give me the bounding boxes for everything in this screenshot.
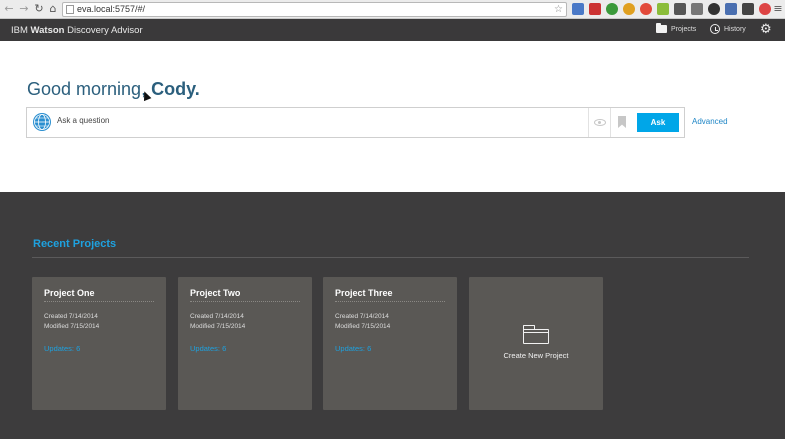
question-box <box>26 107 685 138</box>
project-card[interactable]: Project Three Created 7/14/2014 Modified… <box>323 277 457 410</box>
extension-icon[interactable] <box>674 3 686 15</box>
page-icon <box>66 5 74 14</box>
extension-icon[interactable] <box>759 3 771 15</box>
project-title: Project One <box>44 288 95 298</box>
extension-icon[interactable] <box>708 3 720 15</box>
extension-icon[interactable] <box>691 3 703 15</box>
forward-icon[interactable]: → <box>17 2 31 16</box>
project-updates-link[interactable]: Updates: 6 <box>335 344 371 353</box>
url-text: eva.local:5757/#/ <box>77 4 146 14</box>
extension-icon[interactable] <box>623 3 635 15</box>
history-link[interactable]: History <box>710 24 746 34</box>
project-card[interactable]: Project Two Created 7/14/2014 Modified 7… <box>178 277 312 410</box>
extension-icon[interactable] <box>725 3 737 15</box>
card-divider <box>190 301 300 302</box>
folder-icon <box>522 325 549 344</box>
user-name: Cody. <box>151 79 200 99</box>
extension-icon[interactable] <box>606 3 618 15</box>
ask-button[interactable]: Ask <box>637 113 679 132</box>
gear-icon[interactable]: ⚙ <box>760 22 772 38</box>
project-updates-link[interactable]: Updates: 6 <box>190 344 226 353</box>
project-created: Created 7/14/2014 <box>335 313 389 320</box>
eye-icon <box>594 119 606 126</box>
extension-icon[interactable] <box>742 3 754 15</box>
back-icon[interactable]: ← <box>2 2 16 16</box>
brand-suffix: Discovery Advisor <box>64 25 143 36</box>
reload-icon[interactable]: ↻ <box>32 2 46 16</box>
greeting-prefix: Good morning, <box>27 79 152 99</box>
globe-icon <box>33 113 51 131</box>
bookmark-icon <box>618 116 626 128</box>
project-modified: Modified 7/15/2014 <box>335 323 391 330</box>
projects-label: Projects <box>671 25 697 33</box>
card-divider <box>335 301 445 302</box>
create-project-label: Create New Project <box>503 351 569 360</box>
project-title: Project Two <box>190 288 241 298</box>
project-card[interactable]: Project One Created 7/14/2014 Modified 7… <box>32 277 166 410</box>
clock-icon <box>710 24 720 34</box>
advanced-link[interactable]: Advanced <box>692 117 728 126</box>
projects-link[interactable]: Projects <box>656 23 697 33</box>
extension-icon[interactable] <box>657 3 669 15</box>
home-icon[interactable]: ⌂ <box>46 2 60 16</box>
project-created: Created 7/14/2014 <box>44 313 98 320</box>
extension-icon[interactable] <box>572 3 584 15</box>
menu-icon[interactable]: ≡ <box>771 2 785 16</box>
browser-toolbar: ← → ↻ ⌂ eva.local:5757/#/ ☆ ≡ <box>0 0 785 19</box>
address-bar[interactable]: eva.local:5757/#/ ☆ <box>62 2 567 17</box>
extension-icon[interactable] <box>640 3 652 15</box>
folder-icon <box>656 23 667 33</box>
bookmark-star-icon[interactable]: ☆ <box>554 3 563 16</box>
project-modified: Modified 7/15/2014 <box>190 323 246 330</box>
hero-section: Good morning, Cody. Ask Advanced <box>0 41 785 192</box>
app-header: IBM Watson Discovery Advisor Projects Hi… <box>0 19 785 41</box>
brand-prefix: IBM <box>11 25 31 36</box>
project-modified: Modified 7/15/2014 <box>44 323 100 330</box>
project-updates-link[interactable]: Updates: 6 <box>44 344 80 353</box>
recent-projects-heading: Recent Projects <box>33 238 117 250</box>
extension-icon[interactable] <box>589 3 601 15</box>
card-divider <box>44 301 154 302</box>
bookmark-button[interactable] <box>610 108 632 137</box>
preview-button[interactable] <box>588 108 610 137</box>
brand-logo[interactable]: IBM Watson Discovery Advisor <box>11 25 143 36</box>
brand-watson: Watson <box>30 25 65 36</box>
project-title: Project Three <box>335 288 393 298</box>
history-label: History <box>724 25 746 33</box>
create-project-card[interactable]: Create New Project <box>469 277 603 410</box>
greeting-heading: Good morning, Cody. <box>27 79 200 100</box>
section-divider <box>32 257 749 258</box>
question-input[interactable] <box>57 116 577 125</box>
project-created: Created 7/14/2014 <box>190 313 244 320</box>
